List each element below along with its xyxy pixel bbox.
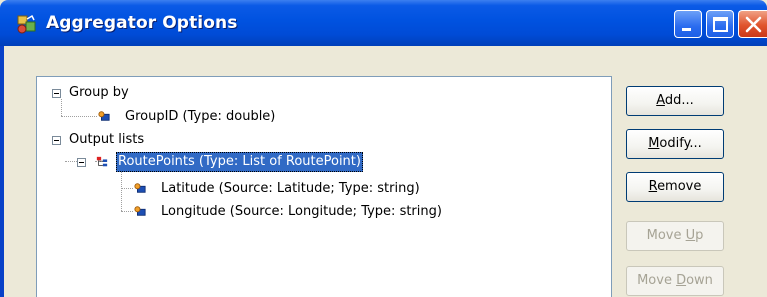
- tree-node-label: Output lists: [69, 132, 145, 147]
- minimize-button[interactable]: [674, 10, 702, 38]
- tree-node-output-lists[interactable]: Output lists: [47, 130, 146, 150]
- tree-connector: [65, 161, 77, 162]
- field-icon: [98, 111, 110, 121]
- collapse-icon[interactable]: [52, 89, 61, 98]
- close-button[interactable]: [738, 10, 767, 38]
- move-down-button-label: Move Down: [637, 273, 713, 288]
- tree-connector: [121, 188, 133, 189]
- remove-button[interactable]: Remove: [626, 172, 724, 202]
- window-title: Aggregator Options: [46, 13, 238, 33]
- move-up-button[interactable]: Move Up: [626, 221, 724, 251]
- tree-node-label: RoutePoints (Type: List of RoutePoint): [116, 152, 363, 172]
- tree-node-group-by[interactable]: Group by: [47, 83, 131, 103]
- modify-button-label: Modify...: [648, 136, 702, 151]
- field-icon: [134, 183, 146, 193]
- move-up-button-label: Move Up: [646, 228, 704, 243]
- tree-connector: [61, 116, 97, 117]
- modify-button[interactable]: Modify...: [626, 129, 724, 159]
- close-icon: [745, 16, 762, 33]
- aggregator-options-dialog: Aggregator Options Group by GroupID (Typ…: [0, 0, 767, 297]
- remove-button-label: Remove: [648, 179, 702, 194]
- collapse-icon[interactable]: [52, 136, 61, 145]
- window-frame-left: [0, 46, 4, 297]
- list-icon: [96, 156, 108, 167]
- collapse-icon[interactable]: [77, 158, 86, 167]
- tree-node-label: Longitude (Source: Longitude; Type: stri…: [161, 204, 442, 219]
- tree-node-longitude[interactable]: Longitude (Source: Longitude; Type: stri…: [133, 202, 444, 222]
- tree-node-groupid[interactable]: GroupID (Type: double): [97, 107, 277, 127]
- aggregator-app-icon: [16, 13, 38, 35]
- tree-node-latitude[interactable]: Latitude (Source: Latitude; Type: string…: [133, 179, 422, 199]
- title-bar[interactable]: Aggregator Options: [0, 0, 767, 46]
- tree-view[interactable]: Group by GroupID (Type: double) Output l…: [36, 76, 612, 297]
- tree-node-routepoints[interactable]: RoutePoints (Type: List of RoutePoint): [77, 152, 363, 172]
- add-button[interactable]: Add...: [626, 86, 724, 116]
- tree-connector: [121, 211, 133, 212]
- add-button-label: Add...: [656, 93, 694, 108]
- maximize-icon: [713, 17, 728, 32]
- tree-node-label: GroupID (Type: double): [125, 109, 276, 124]
- maximize-button[interactable]: [706, 10, 734, 38]
- minimize-icon: [682, 28, 691, 31]
- move-down-button[interactable]: Move Down: [626, 266, 724, 296]
- tree-node-label: Latitude (Source: Latitude; Type: string…: [161, 181, 420, 196]
- field-icon: [134, 206, 146, 216]
- tree-node-label: Group by: [69, 85, 129, 100]
- tree-connector: [121, 171, 122, 211]
